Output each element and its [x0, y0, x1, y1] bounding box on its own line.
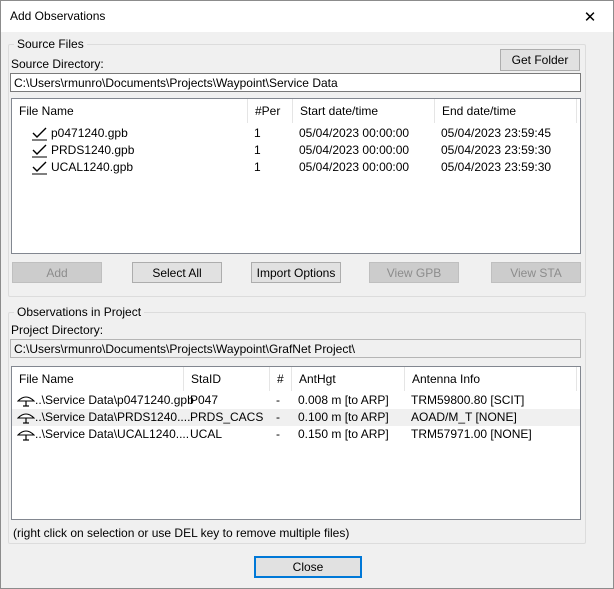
source-list-header: File Name #Per Start date/time End date/…	[12, 99, 580, 123]
antenna-info-cell: TRM59800.80 [SCIT]	[411, 393, 525, 407]
source-directory-label: Source Directory:	[11, 57, 104, 71]
period-count-cell: 1	[254, 160, 261, 174]
number-cell: -	[276, 427, 280, 441]
close-button[interactable]: Close	[254, 556, 362, 578]
antenna-icon	[16, 410, 36, 425]
source-directory-field[interactable]: C:\Users\rmunro\Documents\Projects\Waypo…	[10, 73, 581, 92]
file-name-cell: p0471240.gpb	[51, 126, 128, 140]
column-header-anthgt[interactable]: AntHgt	[292, 367, 405, 391]
end-datetime-cell: 05/04/2023 23:59:30	[441, 160, 552, 174]
checkmark-icon[interactable]	[32, 126, 48, 141]
project-directory-label: Project Directory:	[11, 323, 104, 337]
add-observations-dialog: Add Observations ✕ Source Files Source D…	[0, 0, 614, 589]
antenna-icon	[16, 393, 36, 408]
source-file-row[interactable]: UCAL1240.gpb 1 05/04/2023 00:00:00 05/04/20…	[12, 159, 580, 176]
antenna-icon	[16, 427, 36, 442]
add-button[interactable]: Add	[12, 262, 102, 283]
project-list-header: File Name StaID # AntHgt Antenna Info	[12, 367, 580, 391]
observation-row[interactable]: ..\Service Data\p0471240.gpb P047 - 0.008 m…	[12, 392, 580, 409]
column-header-antenna-info[interactable]: Antenna Info	[405, 367, 577, 391]
end-datetime-cell: 05/04/2023 23:59:45	[441, 126, 552, 140]
observation-row[interactable]: ..\Service Data\UCAL1240.... UCAL - 0.150 m…	[12, 426, 580, 443]
column-header-number[interactable]: #	[270, 367, 292, 391]
station-id-cell: UCAL	[190, 427, 223, 441]
antenna-info-cell: AOAD/M_T [NONE]	[411, 410, 517, 424]
column-header-start[interactable]: Start date/time	[293, 99, 435, 123]
station-id-cell: P047	[190, 393, 219, 407]
source-file-row[interactable]: PRDS1240.gpb 1 05/04/2023 00:00:00 05/04/20…	[12, 142, 580, 159]
number-cell: -	[276, 393, 280, 407]
column-header-per[interactable]: #Per	[248, 99, 293, 123]
view-gpb-button[interactable]: View GPB	[369, 262, 459, 283]
project-directory-field: C:\Users\rmunro\Documents\Projects\Waypo…	[10, 339, 581, 358]
window-title: Add Observations	[10, 9, 106, 23]
station-id-cell: PRDS_CACS	[190, 410, 264, 424]
column-header-file-name[interactable]: File Name	[12, 99, 248, 123]
period-count-cell: 1	[254, 143, 261, 157]
start-datetime-cell: 05/04/2023 00:00:00	[299, 126, 410, 140]
antenna-height-cell: 0.008 m [to ARP]	[298, 393, 389, 407]
close-icon[interactable]: ✕	[567, 1, 613, 32]
antenna-height-cell: 0.100 m [to ARP]	[298, 410, 389, 424]
observations-legend: Observations in Project	[14, 305, 145, 319]
start-datetime-cell: 05/04/2023 00:00:00	[299, 160, 410, 174]
view-sta-button[interactable]: View STA	[491, 262, 581, 283]
observation-row[interactable]: ..\Service Data\PRDS1240.... PRDS_CACS - 0.…	[12, 409, 580, 426]
antenna-info-cell: TRM57971.00 [NONE]	[411, 427, 532, 441]
column-header-end[interactable]: End date/time	[435, 99, 577, 123]
period-count-cell: 1	[254, 126, 261, 140]
column-header-file-name[interactable]: File Name	[12, 367, 184, 391]
end-datetime-cell: 05/04/2023 23:59:30	[441, 143, 552, 157]
source-file-row[interactable]: p0471240.gpb 1 05/04/2023 00:00:00 05/04/20…	[12, 125, 580, 142]
start-datetime-cell: 05/04/2023 00:00:00	[299, 143, 410, 157]
antenna-height-cell: 0.150 m [to ARP]	[298, 427, 389, 441]
import-options-button[interactable]: Import Options	[251, 262, 341, 283]
column-header-staid[interactable]: StaID	[184, 367, 270, 391]
checkmark-icon[interactable]	[32, 160, 48, 175]
file-name-cell: ..\Service Data\UCAL1240....	[35, 427, 190, 441]
title-bar: Add Observations ✕	[1, 1, 613, 32]
get-folder-button[interactable]: Get Folder	[500, 49, 580, 71]
project-observation-list[interactable]: File Name StaID # AntHgt Antenna Info ..…	[11, 366, 581, 520]
file-name-cell: UCAL1240.gpb	[51, 160, 134, 174]
source-files-legend: Source Files	[14, 37, 87, 51]
source-file-list[interactable]: File Name #Per Start date/time End date/…	[11, 98, 581, 254]
number-cell: -	[276, 410, 280, 424]
file-name-cell: ..\Service Data\p0471240.gpb	[35, 393, 194, 407]
select-all-button[interactable]: Select All	[132, 262, 222, 283]
file-name-cell: ..\Service Data\PRDS1240....	[35, 410, 191, 424]
remove-hint-text: (right click on selection or use DEL key…	[13, 526, 350, 540]
file-name-cell: PRDS1240.gpb	[51, 143, 135, 157]
checkmark-icon[interactable]	[32, 143, 48, 158]
